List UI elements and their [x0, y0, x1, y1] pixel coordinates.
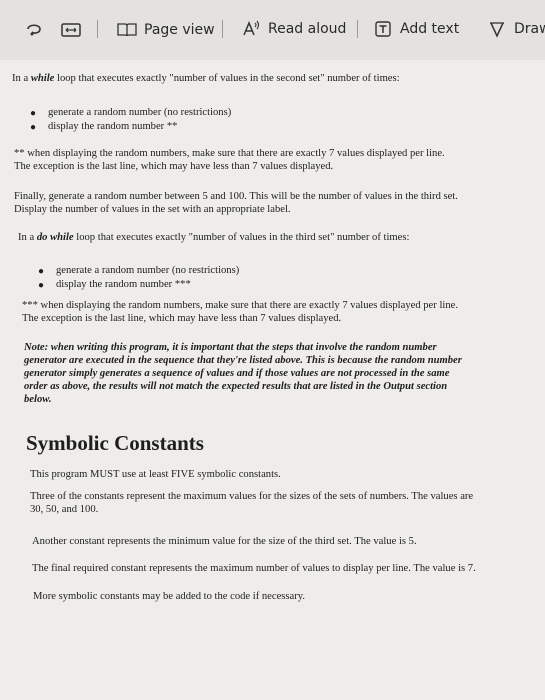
list-item: generate a random number (no restriction… — [48, 107, 232, 118]
draw-pen-icon — [490, 22, 504, 38]
constants-paragraph: Another constant represents the minimum … — [32, 536, 417, 547]
constants-paragraph-line: Three of the constants represent the max… — [30, 491, 474, 502]
lasso-icon — [27, 24, 41, 36]
draw-pointer-button[interactable] — [24, 20, 44, 40]
constants-paragraph-line: 30, 50, and 100. — [30, 504, 99, 515]
text-run: loop that executes exactly "number of va… — [54, 73, 400, 84]
important-note-line: generator simply generates a sequence of… — [24, 368, 450, 379]
third-set-paragraph-line: Finally, generate a random number betwee… — [14, 191, 458, 202]
read-aloud-button[interactable]: Read aloud — [242, 20, 346, 38]
text-run: In a — [12, 73, 31, 84]
fit-width-icon — [61, 23, 81, 37]
important-note-line: order as above, the results will not mat… — [24, 381, 448, 392]
add-text-button[interactable]: Add text — [374, 20, 459, 38]
list-item: display the random number *** — [56, 279, 191, 290]
draw-button[interactable]: Draw — [488, 20, 545, 38]
while-loop-paragraph: In a while loop that executes exactly "n… — [12, 72, 400, 85]
important-note-line: below. — [24, 394, 52, 405]
section-heading: Symbolic Constants — [26, 431, 204, 455]
keyword-do-while: do while — [36, 232, 74, 243]
draw-label: Draw — [514, 21, 545, 37]
display-note-line: The exception is the last line, which ma… — [22, 313, 342, 324]
pdf-toolbar: Page view Read aloud Add text Draw — [0, 0, 545, 60]
constants-paragraph: More symbolic constants may be added to … — [33, 591, 306, 602]
document-page: In a while loop that executes exactly "n… — [0, 60, 545, 700]
bullet-icon: ● — [30, 122, 37, 133]
bullet-icon: ● — [38, 266, 45, 277]
book-icon — [117, 23, 137, 37]
display-note-line: The exception is the last line, which ma… — [14, 161, 334, 172]
third-set-paragraph-line: Display the number of values in the set … — [14, 204, 291, 215]
read-aloud-icon — [243, 20, 260, 36]
bullet-icon: ● — [30, 108, 37, 119]
display-note-line: ** when displaying the random numbers, m… — [14, 148, 445, 159]
toolbar-separator — [222, 20, 223, 38]
list-item: display the random number ** — [48, 121, 178, 132]
do-while-paragraph: In a do while loop that executes exactly… — [18, 231, 409, 244]
toolbar-separator — [97, 20, 98, 38]
list-item: generate a random number (no restriction… — [56, 265, 240, 276]
page-view-label: Page view — [144, 22, 215, 38]
fit-width-button[interactable] — [60, 21, 82, 39]
bullet-icon: ● — [38, 280, 45, 291]
constants-paragraph: This program MUST use at least FIVE symb… — [30, 469, 281, 480]
add-text-label: Add text — [400, 21, 460, 37]
text-run: loop that executes exactly "number of va… — [73, 232, 410, 243]
keyword-while: while — [30, 73, 55, 84]
read-aloud-label: Read aloud — [268, 21, 347, 37]
display-note-line: *** when displaying the random numbers, … — [22, 300, 458, 311]
important-note-line: generator are executed in the sequence t… — [24, 355, 462, 366]
toolbar-separator — [357, 20, 358, 38]
text-box-icon — [375, 21, 391, 37]
page-view-button[interactable]: Page view — [116, 21, 215, 39]
text-run: In a — [18, 232, 37, 243]
constants-paragraph: The final required constant represents t… — [32, 563, 476, 574]
important-note-line: Note: when writing this program, it is i… — [24, 342, 437, 353]
